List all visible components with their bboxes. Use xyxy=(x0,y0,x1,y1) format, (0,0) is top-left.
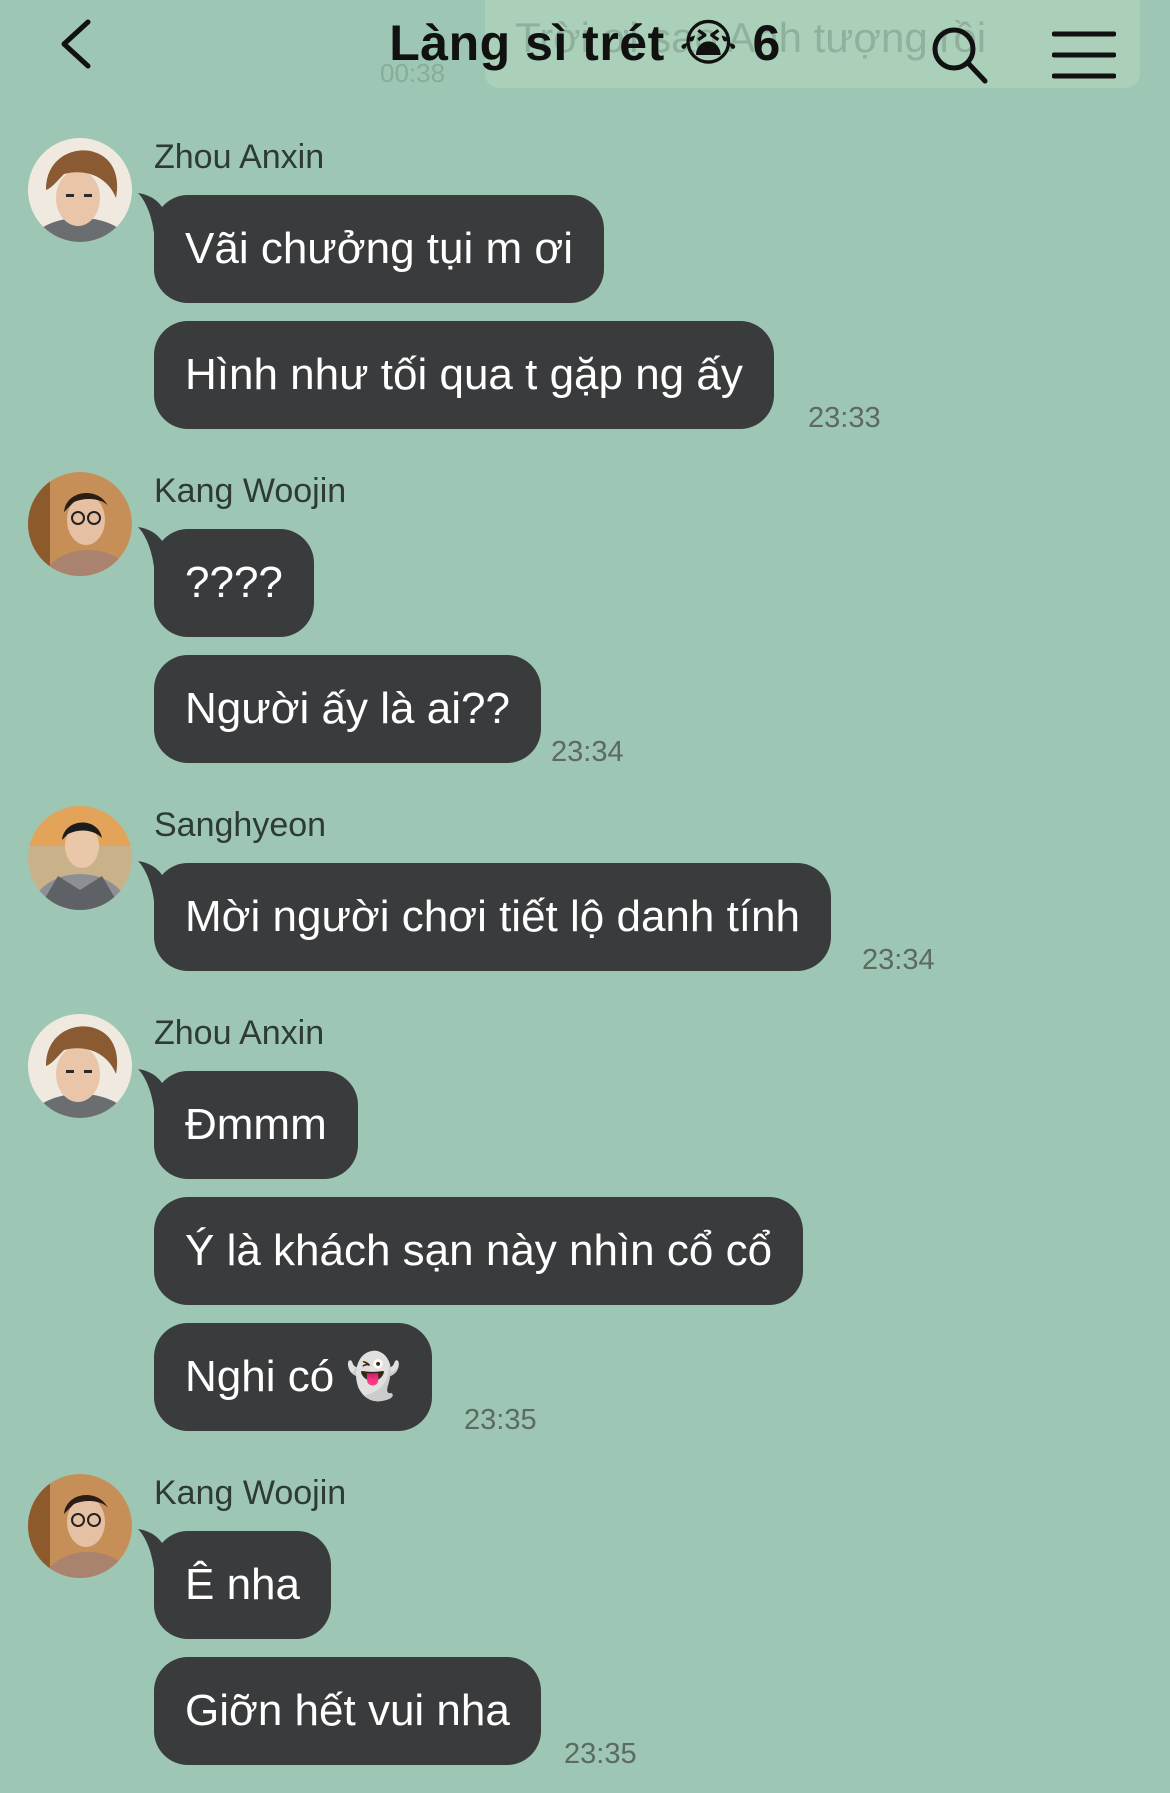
avatar-image xyxy=(28,1474,132,1578)
chevron-left-icon xyxy=(61,19,91,69)
message-bubble[interactable]: Mời người chơi tiết lộ danh tính xyxy=(154,863,831,971)
message-bubble[interactable]: Đmmm xyxy=(154,1071,358,1179)
back-button[interactable] xyxy=(52,16,112,76)
message-timestamp: 23:34 xyxy=(862,944,935,976)
avatar-image xyxy=(28,806,132,910)
message-timestamp: 23:33 xyxy=(808,402,881,434)
avatar-zhou-anxin[interactable] xyxy=(28,138,132,242)
menu-button[interactable] xyxy=(1051,30,1117,80)
message-timestamp: 23:35 xyxy=(464,1404,537,1436)
avatar-kang-woojin[interactable] xyxy=(28,472,132,576)
chat-title: Làng sì trét 😭 6 xyxy=(389,15,781,71)
message-bubble[interactable]: Vãi chưởng tụi m ơi xyxy=(154,195,604,303)
avatar-image xyxy=(28,472,132,576)
sender-name: Sanghyeon xyxy=(154,806,327,844)
message-bubble[interactable]: ???? xyxy=(154,529,314,637)
message-bubble[interactable]: Người ấy là ai?? xyxy=(154,655,541,763)
message-bubble[interactable]: Giỡn hết vui nha xyxy=(154,1657,541,1765)
chat-header: Trời ơi sao Anh tượng rồi 00:38 Làng sì … xyxy=(0,0,1170,110)
avatar-image xyxy=(28,138,132,242)
sender-name: Kang Woojin xyxy=(154,472,347,510)
avatar-zhou-anxin[interactable] xyxy=(28,1014,132,1118)
sender-name: Kang Woojin xyxy=(154,1474,347,1512)
sender-name: Zhou Anxin xyxy=(154,138,325,176)
message-bubble[interactable]: Ý là khách sạn này nhìn cổ cổ xyxy=(154,1197,804,1305)
message-bubble[interactable]: Hình như tối qua t gặp ng ấy xyxy=(154,321,774,429)
avatar-image xyxy=(28,1014,132,1118)
sender-name: Zhou Anxin xyxy=(154,1014,325,1052)
avatar-sanghyeon[interactable] xyxy=(28,806,132,910)
message-timestamp: 23:34 xyxy=(551,736,624,768)
avatar-kang-woojin[interactable] xyxy=(28,1474,132,1578)
message-timestamp: 23:35 xyxy=(564,1738,637,1770)
message-bubble[interactable]: Ê nha xyxy=(154,1531,331,1639)
message-bubble[interactable]: Nghi có 👻 xyxy=(154,1323,433,1431)
search-icon xyxy=(932,27,988,84)
hamburger-menu-icon xyxy=(1051,31,1117,79)
search-button[interactable] xyxy=(930,25,990,87)
